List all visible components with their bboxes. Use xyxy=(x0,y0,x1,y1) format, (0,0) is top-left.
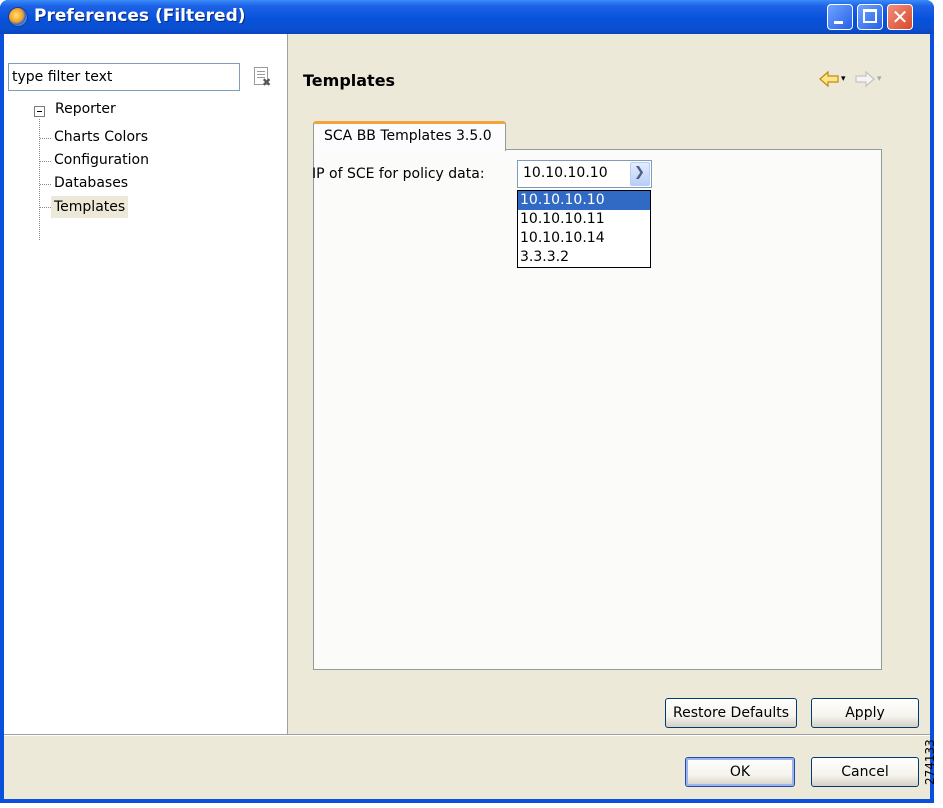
combo-selected-value: 10.10.10.10 xyxy=(523,165,608,181)
clear-filter-icon[interactable]: ✖ xyxy=(254,67,271,89)
chevron-down-icon: ❯ xyxy=(634,165,645,180)
figure-id: 274133 xyxy=(923,739,943,785)
dropdown-option[interactable]: 10.10.10.10 xyxy=(518,191,650,210)
restore-defaults-button[interactable]: Restore Defaults xyxy=(665,698,797,728)
minimize-button[interactable] xyxy=(827,4,853,30)
title-bar[interactable]: Preferences (Filtered) ✕ xyxy=(0,0,934,34)
tree-collapse-icon[interactable] xyxy=(34,106,45,117)
minimize-icon xyxy=(834,21,843,24)
filter-input[interactable] xyxy=(8,63,240,91)
tree-connector xyxy=(40,184,51,185)
ok-button[interactable]: OK xyxy=(685,757,795,787)
page-title: Templates xyxy=(303,71,396,90)
close-icon: ✕ xyxy=(891,5,909,29)
cancel-button[interactable]: Cancel xyxy=(811,757,919,787)
preferences-window: Preferences (Filtered) ✕ ✖ Reporter Char… xyxy=(0,0,934,803)
back-history-dropdown-icon[interactable]: ▾ xyxy=(841,72,851,86)
back-arrow-icon[interactable] xyxy=(818,70,840,88)
sce-ip-dropdown-list: 10.10.10.10 10.10.10.11 10.10.10.14 3.3.… xyxy=(517,190,651,268)
combo-dropdown-button[interactable]: ❯ xyxy=(630,162,650,186)
dropdown-option[interactable]: 3.3.3.2 xyxy=(518,248,650,267)
dialog-separator xyxy=(4,734,930,736)
tree-connector xyxy=(40,161,51,162)
close-button[interactable]: ✕ xyxy=(887,4,913,30)
tree-connector xyxy=(40,138,51,139)
tree-item-charts-colors[interactable]: Charts Colors xyxy=(51,126,151,148)
tree-root-reporter[interactable]: Reporter xyxy=(55,101,116,117)
dialog-client-area: ✖ Reporter Charts Colors Configuration D… xyxy=(4,34,930,799)
window-title: Preferences (Filtered) xyxy=(34,6,246,26)
tree-connector xyxy=(40,207,51,208)
forward-history-dropdown-icon[interactable]: ▾ xyxy=(877,72,887,86)
maximize-icon xyxy=(863,9,877,23)
forward-arrow-icon[interactable] xyxy=(854,70,876,88)
apply-button[interactable]: Apply xyxy=(811,698,919,728)
sce-ip-label: IP of SCE for policy data: xyxy=(312,166,485,182)
dropdown-option[interactable]: 10.10.10.14 xyxy=(518,229,650,248)
tree-item-configuration[interactable]: Configuration xyxy=(51,149,152,171)
tab-sca-bb-templates[interactable]: SCA BB Templates 3.5.0 xyxy=(313,121,506,151)
dropdown-option[interactable]: 10.10.10.11 xyxy=(518,210,650,229)
tree-item-templates[interactable]: Templates xyxy=(51,196,129,218)
clear-x-icon: ✖ xyxy=(262,76,272,89)
app-icon xyxy=(8,7,28,27)
tree-item-databases[interactable]: Databases xyxy=(51,172,131,194)
maximize-button[interactable] xyxy=(857,4,883,30)
preference-tree-panel: ✖ Reporter Charts Colors Configuration D… xyxy=(4,34,288,734)
sce-ip-combobox[interactable]: 10.10.10.10 ❯ xyxy=(517,160,652,188)
